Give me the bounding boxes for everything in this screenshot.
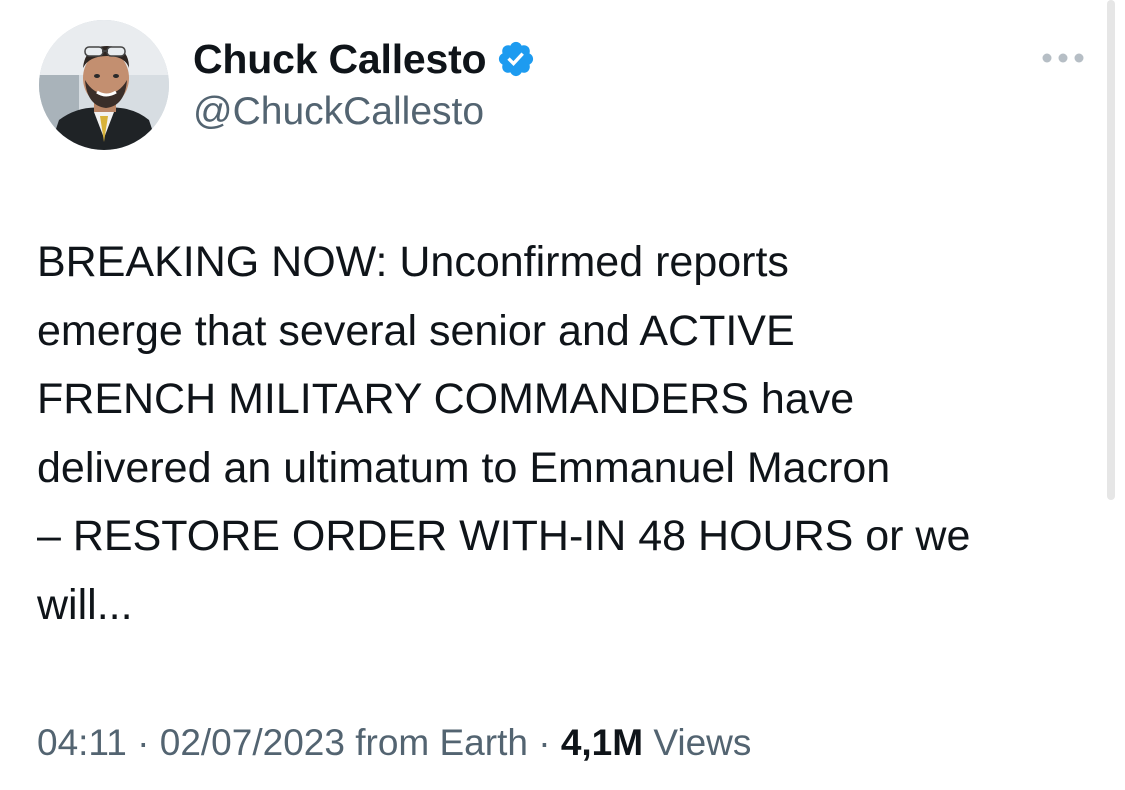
more-horizontal-icon[interactable] bbox=[1041, 48, 1085, 68]
author-name-row[interactable]: Chuck Callesto bbox=[193, 34, 536, 84]
tweet-source: from Earth bbox=[355, 722, 528, 763]
tweet-text-line: will... bbox=[37, 580, 133, 629]
verified-badge-icon bbox=[496, 39, 536, 79]
meta-separator: · bbox=[137, 722, 150, 763]
tweet-text-line: delivered an ultimatum to Emmanuel Macro… bbox=[37, 443, 891, 492]
views-label[interactable]: Views bbox=[653, 722, 751, 763]
avatar-photo bbox=[39, 20, 169, 150]
tweet-meta: 04:11 · 02/07/2023 from Earth · 4,1M Vie… bbox=[37, 722, 751, 764]
scrollbar[interactable] bbox=[1107, 0, 1115, 500]
tweet-date[interactable]: 02/07/2023 bbox=[160, 722, 345, 763]
meta-separator: · bbox=[538, 722, 551, 763]
author-handle[interactable]: @ChuckCallesto bbox=[193, 90, 484, 134]
tweet-text-line: BREAKING NOW: Unconfirmed reports bbox=[37, 238, 789, 286]
tweet-card: Chuck Callesto @ChuckCallesto BREAKING N… bbox=[0, 0, 1125, 790]
avatar[interactable] bbox=[39, 20, 169, 150]
tweet-text-line: FRENCH MILITARY COMMANDERS have bbox=[37, 375, 855, 423]
tweet-time[interactable]: 04:11 bbox=[37, 722, 127, 763]
views-count[interactable]: 4,1M bbox=[561, 722, 643, 763]
tweet-text-line: emerge that several senior and ACTIVE bbox=[37, 306, 795, 355]
tweet-text: BREAKING NOW: Unconfirmed reports emerge… bbox=[37, 228, 1107, 639]
author-display-name[interactable]: Chuck Callesto bbox=[193, 36, 487, 83]
tweet-text-line: – RESTORE ORDER WITH-IN 48 HOURS or we bbox=[37, 512, 971, 560]
